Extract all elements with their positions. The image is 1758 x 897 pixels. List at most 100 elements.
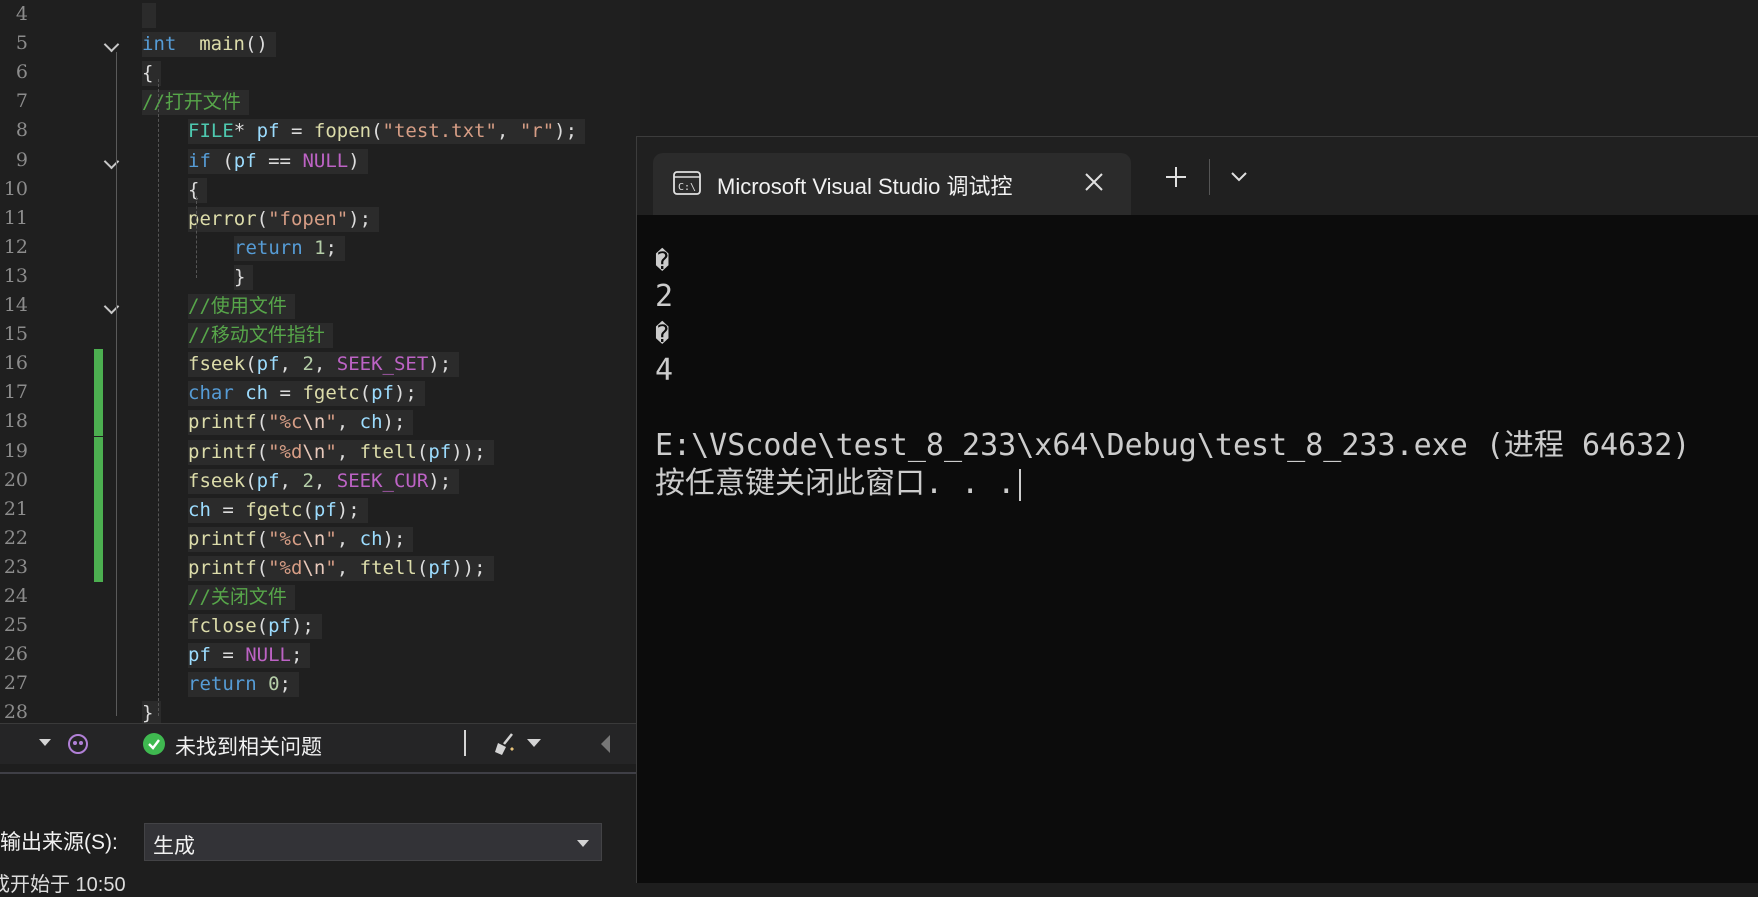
code-token: SEEK_CUR (336, 469, 429, 492)
code-token: 2 (302, 469, 314, 492)
code-token: ); (554, 120, 578, 143)
code-line[interactable]: 18 printf("%c\n", ch); (0, 407, 640, 437)
code-line[interactable]: 16 fseek(pf, 2, SEEK_SET); (0, 349, 640, 379)
change-indicator (94, 552, 103, 582)
code-line[interactable]: 24 //关闭文件 (0, 582, 640, 611)
terminal-tab-title: Microsoft Visual Studio 调试控 (717, 174, 1013, 199)
code-token: "%d (268, 556, 303, 579)
code-line[interactable]: 10 { (0, 175, 640, 204)
line-number: 14 (3, 294, 28, 316)
code-token: pf (233, 149, 257, 172)
code-line[interactable]: 25 fclose(pf); (0, 611, 640, 640)
broom-icon[interactable] (492, 731, 518, 757)
code-token: fseek (188, 353, 246, 376)
code-line[interactable]: 28} (0, 698, 640, 723)
code-token: fgetc (245, 498, 303, 521)
code-line[interactable]: 5 int main() (0, 29, 640, 58)
output-source-select[interactable]: 生成 (144, 823, 602, 861)
code-line[interactable]: 8 FILE* pf = fopen("test.txt", "r"); (0, 116, 640, 145)
code-token: { (188, 178, 200, 201)
code-token: ( (245, 469, 257, 492)
code-token: = (210, 644, 246, 667)
code-text: printf("%c\n", ch); (188, 526, 414, 552)
code-token: , (279, 353, 303, 376)
code-token: 0 (268, 673, 280, 696)
code-line[interactable]: 12 return 1; (0, 233, 640, 262)
code-token: int (142, 33, 177, 56)
new-tab-icon[interactable] (1164, 165, 1188, 189)
code-token: ); (336, 498, 360, 521)
code-line[interactable]: 7 //打开文件 (0, 87, 640, 116)
code-token: ); (428, 353, 452, 376)
terminal-line: � (655, 247, 670, 275)
code-token: " (325, 440, 337, 463)
code-token: ( (359, 382, 372, 405)
dropdown-arrow-icon[interactable] (39, 739, 51, 746)
code-token: ch (188, 498, 211, 521)
code-line[interactable]: 23 printf("%d\n", ftell(pf)); (0, 552, 640, 582)
terminal-tab[interactable]: C:\ Microsoft Visual Studio 调试控 (653, 153, 1131, 215)
code-token: ( (210, 149, 234, 172)
line-number: 5 (15, 32, 28, 55)
code-token: ( (302, 498, 314, 521)
code-line[interactable]: 26 pf = NULL; (0, 640, 640, 669)
line-number: 16 (3, 352, 28, 375)
code-line[interactable]: 6{ (0, 58, 640, 87)
output-first-line: 成开始于 10:50 (0, 874, 126, 896)
copilot-icon[interactable] (66, 732, 90, 756)
indent-guide (116, 52, 117, 716)
line-number: 23 (3, 555, 28, 578)
code-token: ( (256, 440, 269, 463)
code-line[interactable]: 9 if (pf == NULL) (0, 146, 640, 175)
fold-chevron-icon[interactable] (103, 36, 120, 53)
line-number: 9 (15, 148, 28, 171)
code-line[interactable]: 13} (0, 262, 640, 291)
code-line[interactable]: 20 fseek(pf, 2, SEEK_CUR); (0, 465, 640, 495)
code-token: \n (302, 411, 326, 434)
collapse-left-icon[interactable] (601, 735, 610, 753)
code-token: ); (382, 411, 406, 434)
change-indicator (94, 378, 103, 408)
indent-guide (158, 79, 159, 716)
code-token: = (210, 498, 246, 521)
chevron-down-icon[interactable] (1229, 169, 1249, 185)
code-text: printf("%d\n", ftell(pf)); (188, 555, 494, 581)
debug-console-window[interactable]: C:\ Microsoft Visual Studio 调试控 � 2 � 4 E:\V… (636, 136, 1758, 883)
code-text: printf("%c\n", ch); (188, 410, 414, 436)
code-token: pf (256, 120, 280, 143)
code-line[interactable]: 4 (0, 0, 640, 29)
close-icon[interactable] (1081, 169, 1107, 195)
code-token: , (336, 527, 360, 550)
chevron-down-icon (577, 840, 589, 847)
cleanup-dropdown-icon[interactable] (527, 739, 541, 747)
code-token: )); (451, 556, 486, 579)
code-line[interactable]: 19 printf("%d\n", ftell(pf)); (0, 436, 640, 466)
code-token: main (199, 33, 245, 56)
code-token: " (325, 411, 337, 434)
code-token: printf (188, 411, 257, 434)
code-editor[interactable]: 4 5 int main() 6{7//打开文件 8 FILE* pf = fopen("… (0, 0, 640, 723)
line-number: 17 (3, 381, 28, 404)
code-token: //关闭文件 (188, 586, 287, 608)
code-token: pf (268, 615, 291, 638)
issues-status-text[interactable]: 未找到相关问题 (175, 731, 322, 761)
line-number: 28 (3, 701, 28, 723)
code-text: printf("%d\n", ftell(pf)); (188, 439, 494, 465)
code-line[interactable]: 15 //移动文件指针 (0, 320, 640, 349)
line-number: 27 (3, 672, 28, 695)
code-line[interactable]: 27 return 0; (0, 669, 640, 698)
code-text: pf = NULL; (188, 643, 311, 669)
code-line[interactable]: 22 printf("%c\n", ch); (0, 523, 640, 553)
code-token: pf (371, 382, 394, 405)
code-token: ( (256, 556, 269, 579)
code-line[interactable]: 11 perror("fopen"); (0, 204, 640, 233)
code-line[interactable]: 21 ch = fgetc(pf); (0, 494, 640, 524)
code-token: \n (302, 440, 326, 463)
code-token: ); (382, 527, 406, 550)
code-token: return (234, 236, 303, 259)
code-line[interactable]: 14 //使用文件 (0, 291, 640, 320)
check-circle-icon (143, 733, 165, 755)
code-token: ( (256, 527, 269, 550)
code-token: printf (188, 440, 257, 463)
code-line[interactable]: 17 char ch = fgetc(pf); (0, 378, 640, 408)
